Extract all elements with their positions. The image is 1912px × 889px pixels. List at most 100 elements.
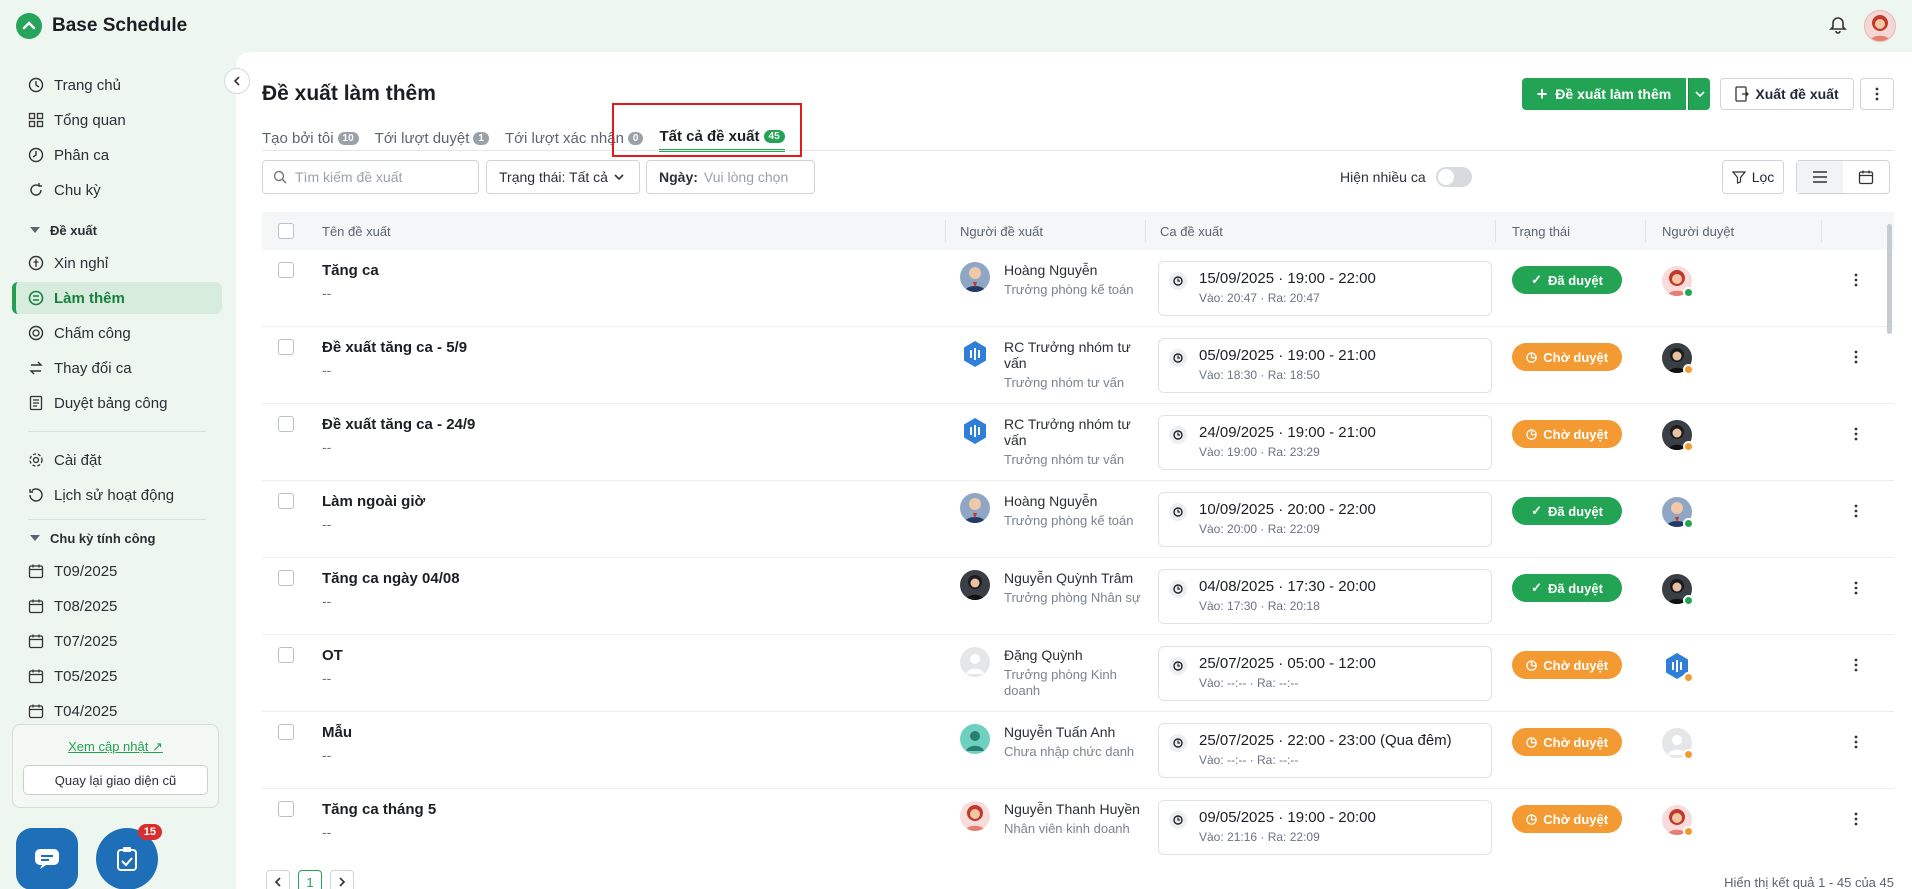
list-view-button[interactable] [1797, 161, 1843, 193]
row-checkbox[interactable] [278, 339, 294, 355]
sidebar-item-overview[interactable]: Tổng quan [12, 104, 222, 136]
shift-card[interactable]: 24/09/2025 · 19:00 - 21:00 Vào: 19:00 · … [1158, 415, 1492, 470]
row-checkbox[interactable] [278, 647, 294, 663]
table-row[interactable]: Làm ngoài giờ -- Hoàng Nguyễn Trưởng phò… [262, 481, 1894, 558]
column-header-approver[interactable]: Người duyệt [1644, 212, 1734, 250]
row-more-button[interactable] [1846, 809, 1866, 829]
tab-created-by-me[interactable]: Tạo bởi tôi 10 [262, 124, 359, 152]
user-avatar[interactable] [1864, 10, 1896, 42]
shift-card[interactable]: 09/05/2025 · 19:00 - 20:00 Vào: 21:16 · … [1158, 800, 1492, 855]
shift-card[interactable]: 25/07/2025 · 22:00 - 23:00 (Qua đêm) Vào… [1158, 723, 1492, 778]
shift-card[interactable]: 15/09/2025 · 19:00 - 22:00 Vào: 20:47 · … [1158, 261, 1492, 316]
sidebar-item-change-shift[interactable]: Thay đổi ca [12, 352, 222, 384]
sidebar-item-approve-timesheet[interactable]: Duyệt bảng công [12, 387, 222, 419]
select-all-checkbox[interactable] [278, 223, 294, 239]
sidebar-item-home[interactable]: Trang chủ [12, 69, 222, 101]
proposal-title[interactable]: Tăng ca ngày 04/08 [322, 570, 460, 587]
date-filter[interactable]: Ngày: Vui lòng chọn [646, 160, 815, 194]
sidebar-item-cycle-t08[interactable]: T08/2025 [12, 590, 222, 622]
proposal-title[interactable]: OT [322, 647, 343, 664]
scrollbar-thumb[interactable] [1887, 224, 1892, 334]
row-checkbox[interactable] [278, 493, 294, 509]
notification-bell-icon[interactable] [1828, 15, 1848, 38]
view-updates-link[interactable]: Xem cập nhật ↗ [23, 739, 208, 755]
plus-icon: + [1536, 83, 1548, 104]
row-more-button[interactable] [1846, 347, 1866, 367]
row-more-button[interactable] [1846, 501, 1866, 521]
page-button-current[interactable]: 1 [298, 870, 322, 889]
sidebar-item-cycle-t07[interactable]: T07/2025 [12, 625, 222, 657]
row-more-button[interactable] [1846, 732, 1866, 752]
row-more-button[interactable] [1846, 655, 1866, 675]
proposal-title[interactable]: Làm ngoài giờ [322, 493, 425, 510]
proposal-title[interactable]: Đề xuất tăng ca - 5/9 [322, 339, 467, 356]
proposal-title[interactable]: Tăng ca [322, 262, 379, 279]
tab-my-turn-approve[interactable]: Tới lượt duyệt 1 [375, 124, 489, 152]
back-to-old-ui-button[interactable]: Quay lại giao diện cũ [23, 765, 208, 795]
proposer-role: Chưa nhập chức danh [1004, 744, 1135, 759]
table-row[interactable]: Đề xuất tăng ca - 24/9 -- RC Trưởng nhóm… [262, 404, 1894, 481]
sidebar-group-proposal[interactable]: Đề xuất [12, 216, 222, 244]
proposal-title[interactable]: Mẫu [322, 724, 352, 741]
sidebar-item-shift-assign[interactable]: Phân ca [12, 139, 222, 171]
column-header-shift[interactable]: Ca đề xuất [1145, 212, 1223, 250]
column-header-proposer[interactable]: Người đề xuất [945, 212, 1043, 250]
tasks-button[interactable]: 15 [96, 824, 162, 889]
row-more-button[interactable] [1846, 578, 1866, 598]
next-page-button[interactable] [330, 870, 354, 889]
search-input[interactable]: Tìm kiếm đề xuất [262, 160, 479, 194]
timesheet-icon [28, 325, 44, 341]
sidebar-item-cycle-t09[interactable]: T09/2025 [12, 555, 222, 587]
row-more-button[interactable] [1846, 270, 1866, 290]
table-row[interactable]: OT -- Đặng Quỳnh Trưởng phòng Kinh doanh… [262, 635, 1894, 712]
shift-card[interactable]: 10/09/2025 · 20:00 - 22:00 Vào: 20:00 · … [1158, 492, 1492, 547]
chat-button[interactable] [16, 828, 78, 889]
calendar-icon [1858, 170, 1874, 185]
table-row[interactable]: Mẫu -- Nguyễn Tuấn Anh Chưa nhập chức da… [262, 712, 1894, 789]
tabs-divider [262, 150, 1894, 151]
shift-card[interactable]: 25/07/2025 · 05:00 - 12:00 Vào: --:-- · … [1158, 646, 1492, 701]
row-more-button[interactable] [1846, 424, 1866, 444]
table-row[interactable]: Đề xuất tăng ca - 5/9 -- RC Trưởng nhóm … [262, 327, 1894, 404]
sidebar-item-cycle[interactable]: Chu kỳ [12, 174, 222, 206]
table-row[interactable]: Tăng ca tháng 5 -- Nguyễn Thanh Huyền Nh… [262, 789, 1894, 862]
clock-icon: ◷ [1525, 426, 1538, 441]
sidebar-item-timesheet[interactable]: Chấm công [12, 317, 222, 349]
sidebar-item-cycle-t04[interactable]: T04/2025 [12, 695, 222, 727]
multi-shift-toggle[interactable] [1435, 167, 1472, 187]
table-row[interactable]: Tăng ca ngày 04/08 -- Nguyễn Quỳnh Trâm … [262, 558, 1894, 635]
status-filter-dropdown[interactable]: Trạng thái: Tất cả [486, 160, 640, 194]
row-checkbox[interactable] [278, 801, 294, 817]
proposer-role: Trưởng phòng kế toán [1004, 513, 1134, 528]
prev-page-button[interactable] [266, 870, 290, 889]
table-row[interactable]: Tăng ca -- Hoàng Nguyễn Trưởng phòng kế … [262, 250, 1894, 327]
row-checkbox[interactable] [278, 262, 294, 278]
sidebar-item-history[interactable]: Lịch sử hoạt động [12, 479, 222, 511]
sidebar-item-leave[interactable]: Xin nghỉ [12, 247, 222, 279]
sidebar-item-overtime[interactable]: Làm thêm [12, 282, 222, 314]
app-logo-icon[interactable] [16, 13, 42, 39]
export-button[interactable]: Xuất đề xuất [1720, 78, 1854, 110]
clock-icon: ◷ [1525, 349, 1538, 364]
column-header-status[interactable]: Trạng thái [1494, 212, 1570, 250]
add-overtime-button[interactable]: + Đề xuất làm thêm [1522, 78, 1686, 110]
row-checkbox[interactable] [278, 724, 294, 740]
column-header-name[interactable]: Tên đề xuất [322, 212, 391, 250]
sidebar-group-cycle[interactable]: Chu kỳ tính công [12, 524, 222, 552]
more-options-button[interactable] [1860, 78, 1894, 110]
sidebar-item-cycle-t05[interactable]: T05/2025 [12, 660, 222, 692]
shift-card[interactable]: 04/08/2025 · 17:30 - 20:00 Vào: 17:30 · … [1158, 569, 1492, 624]
collapse-sidebar-button[interactable] [224, 68, 250, 94]
proposal-title[interactable]: Đề xuất tăng ca - 24/9 [322, 416, 475, 433]
shift-card[interactable]: 05/09/2025 · 19:00 - 21:00 Vào: 18:30 · … [1158, 338, 1492, 393]
proposal-title[interactable]: Tăng ca tháng 5 [322, 801, 436, 818]
filter-button[interactable]: Lọc [1722, 160, 1784, 194]
add-options-dropdown[interactable] [1688, 78, 1710, 110]
calendar-view-button[interactable] [1843, 161, 1889, 193]
row-checkbox[interactable] [278, 416, 294, 432]
shift-time: 05/09/2025 · 19:00 - 21:00 [1199, 347, 1376, 364]
sidebar-item-settings[interactable]: Cài đặt [12, 444, 222, 476]
row-checkbox[interactable] [278, 570, 294, 586]
clock-icon: ◷ [1525, 657, 1538, 672]
proposer-name: Nguyễn Thanh Huyền [1004, 801, 1140, 817]
